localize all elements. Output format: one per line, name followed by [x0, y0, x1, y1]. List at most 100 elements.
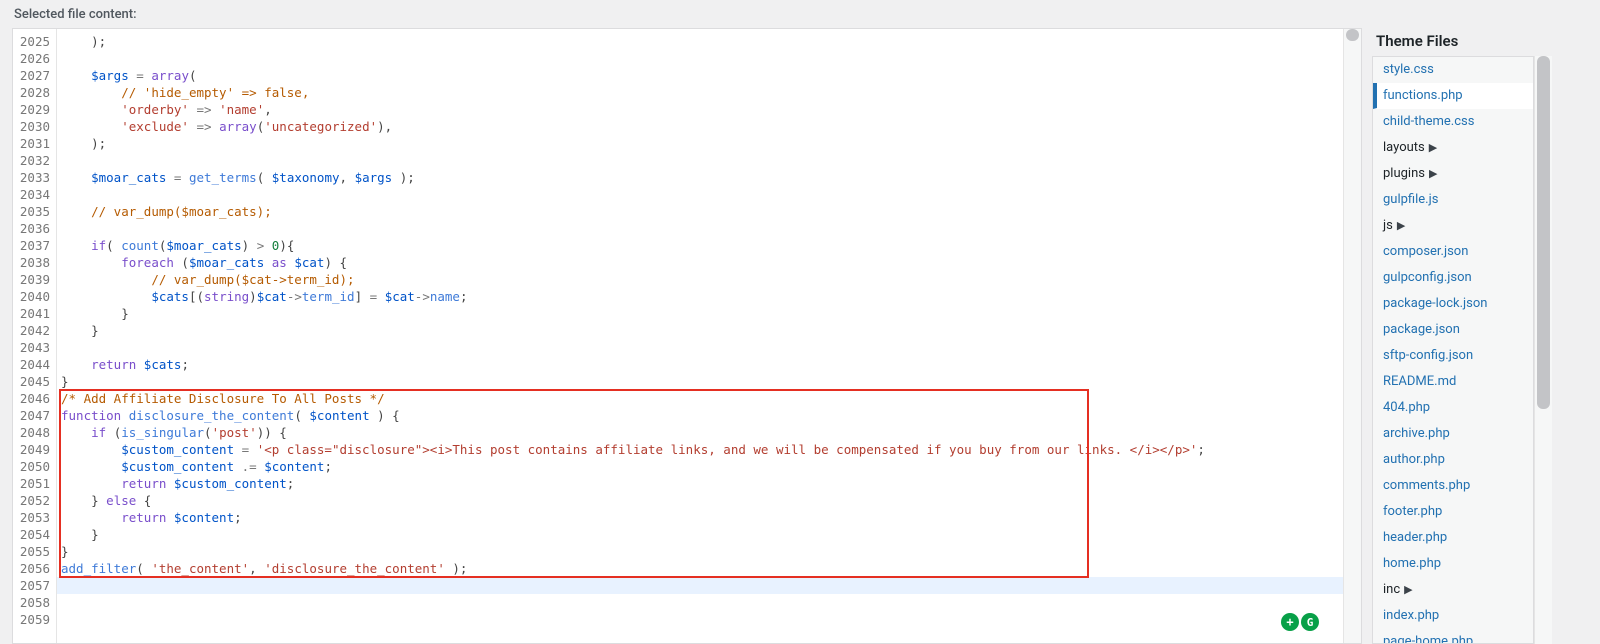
code-line[interactable]: } [57, 543, 1343, 560]
file-name: README.md [1383, 374, 1456, 389]
line-number: 2032 [17, 152, 50, 169]
file-name: gulpfile.js [1383, 192, 1438, 207]
file-item-comments-php[interactable]: comments.php [1373, 473, 1533, 499]
code-line[interactable]: foreach ($moar_cats as $cat) { [57, 254, 1343, 271]
line-number: 2052 [17, 492, 50, 509]
code-line[interactable] [57, 339, 1343, 356]
file-item-page-home-php[interactable]: page-home.php [1373, 629, 1533, 644]
file-item-home-php[interactable]: home.php [1373, 551, 1533, 577]
file-item-child-theme-css[interactable]: child-theme.css [1373, 109, 1533, 135]
file-item-archive-php[interactable]: archive.php [1373, 421, 1533, 447]
file-item-functions-php[interactable]: functions.php [1373, 83, 1533, 109]
file-item-package-json[interactable]: package.json [1373, 317, 1533, 343]
code-line[interactable]: // var_dump($moar_cats); [57, 203, 1343, 220]
theme-files-heading: Theme Files [1372, 28, 1552, 56]
files-scroll-thumb[interactable] [1537, 56, 1550, 409]
code-line[interactable]: /* Add Affiliate Disclosure To All Posts… [57, 390, 1343, 407]
file-name: package.json [1383, 322, 1460, 337]
line-number: 2028 [17, 84, 50, 101]
code-line[interactable]: $cats[(string)$cat->term_id] = $cat->nam… [57, 288, 1343, 305]
code-line[interactable]: function disclosure_the_content( $conten… [57, 407, 1343, 424]
code-line[interactable] [57, 186, 1343, 203]
file-name: header.php [1383, 530, 1447, 545]
line-number: 2048 [17, 424, 50, 441]
add-badge-icon[interactable]: + [1281, 613, 1299, 631]
line-number: 2051 [17, 475, 50, 492]
file-item-package-lock-json[interactable]: package-lock.json [1373, 291, 1533, 317]
code-line[interactable]: // var_dump($cat->term_id); [57, 271, 1343, 288]
file-item-sftp-config-json[interactable]: sftp-config.json [1373, 343, 1533, 369]
file-item-readme-md[interactable]: README.md [1373, 369, 1533, 395]
line-number: 2027 [17, 67, 50, 84]
file-item-index-php[interactable]: index.php [1373, 603, 1533, 629]
code-line[interactable]: } [57, 526, 1343, 543]
code-line[interactable]: return $content; [57, 509, 1343, 526]
line-number: 2046 [17, 390, 50, 407]
folder-item-js[interactable]: js▶ [1373, 213, 1533, 239]
file-item-gulpconfig-json[interactable]: gulpconfig.json [1373, 265, 1533, 291]
line-number: 2038 [17, 254, 50, 271]
code-area[interactable]: + G ); $args = array( // 'hide_empty' =>… [57, 29, 1343, 643]
code-line[interactable]: if( count($moar_cats) > 0){ [57, 237, 1343, 254]
code-line[interactable]: add_filter( 'the_content', 'disclosure_t… [57, 560, 1343, 577]
files-scrollbar[interactable] [1534, 56, 1552, 644]
grammarly-icon[interactable]: G [1301, 613, 1319, 631]
code-editor[interactable]: 2025202620272028202920302031203220332034… [12, 28, 1362, 644]
code-line[interactable] [57, 220, 1343, 237]
file-name: layouts [1383, 140, 1425, 155]
line-number: 2043 [17, 339, 50, 356]
code-line[interactable]: } [57, 322, 1343, 339]
file-item-404-php[interactable]: 404.php [1373, 395, 1533, 421]
code-line[interactable]: 'orderby' => 'name', [57, 101, 1343, 118]
folder-item-layouts[interactable]: layouts▶ [1373, 135, 1533, 161]
folder-item-inc[interactable]: inc▶ [1373, 577, 1533, 603]
code-line[interactable]: $moar_cats = get_terms( $taxonomy, $args… [57, 169, 1343, 186]
line-number: 2039 [17, 271, 50, 288]
file-item-author-php[interactable]: author.php [1373, 447, 1533, 473]
code-line[interactable]: $custom_content = '<p class="disclosure"… [57, 441, 1343, 458]
file-name: 404.php [1383, 400, 1430, 415]
file-item-style-css[interactable]: style.css [1373, 57, 1533, 83]
file-name: child-theme.css [1383, 114, 1474, 129]
code-line[interactable]: return $custom_content; [57, 475, 1343, 492]
code-line[interactable] [57, 152, 1343, 169]
code-line[interactable]: ); [57, 135, 1343, 152]
line-number: 2025 [17, 33, 50, 50]
code-line[interactable] [57, 50, 1343, 67]
theme-file-list[interactable]: style.css functions.php child-theme.css lay… [1372, 56, 1534, 644]
line-number: 2047 [17, 407, 50, 424]
file-item-footer-php[interactable]: footer.php [1373, 499, 1533, 525]
code-line[interactable]: 'exclude' => array('uncategorized'), [57, 118, 1343, 135]
file-item-header-php[interactable]: header.php [1373, 525, 1533, 551]
file-name: page-home.php [1383, 634, 1473, 644]
code-line[interactable]: $custom_content .= $content; [57, 458, 1343, 475]
file-name: author.php [1383, 452, 1445, 467]
code-line[interactable]: // 'hide_empty' => false, [57, 84, 1343, 101]
code-line[interactable] [57, 577, 1343, 594]
line-number: 2057 [17, 577, 50, 594]
panel-header-label: Selected file content: [14, 7, 137, 22]
line-number: 2044 [17, 356, 50, 373]
file-item-gulpfile-js[interactable]: gulpfile.js [1373, 187, 1533, 213]
editor-scroll-thumb[interactable] [1346, 29, 1359, 41]
file-name: sftp-config.json [1383, 348, 1473, 363]
file-name: plugins [1383, 166, 1425, 181]
file-item-composer-json[interactable]: composer.json [1373, 239, 1533, 265]
line-number-gutter: 2025202620272028202920302031203220332034… [13, 29, 57, 643]
code-line[interactable]: } [57, 373, 1343, 390]
line-number: 2055 [17, 543, 50, 560]
editor-scrollbar[interactable] [1343, 29, 1361, 643]
code-line[interactable] [57, 594, 1343, 611]
code-line[interactable]: $args = array( [57, 67, 1343, 84]
code-line[interactable]: if (is_singular('post')) { [57, 424, 1343, 441]
code-line[interactable]: } [57, 305, 1343, 322]
file-name: style.css [1383, 62, 1434, 77]
panel-header: Selected file content: [0, 0, 1600, 28]
folder-item-plugins[interactable]: plugins▶ [1373, 161, 1533, 187]
code-line[interactable] [57, 611, 1343, 628]
code-line[interactable]: ); [57, 33, 1343, 50]
code-line[interactable]: } else { [57, 492, 1343, 509]
line-number: 2050 [17, 458, 50, 475]
code-line[interactable]: return $cats; [57, 356, 1343, 373]
chevron-right-icon: ▶ [1404, 583, 1412, 596]
